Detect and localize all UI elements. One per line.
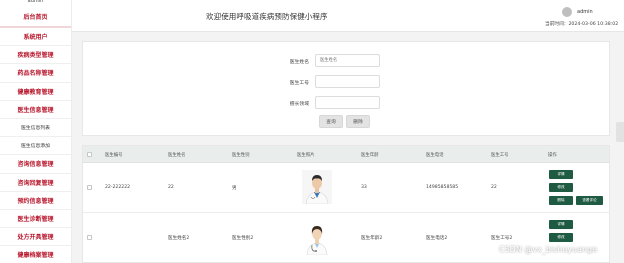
delete-row-button[interactable]: 删除 <box>549 196 573 205</box>
delete-button[interactable]: 删除 <box>346 115 370 128</box>
doctor-phone-cell: 医生电话2 <box>426 236 448 241</box>
username-label[interactable]: admin <box>577 9 593 15</box>
specialty-input[interactable] <box>315 96 380 109</box>
sidebar-item-health-records[interactable]: 健康档案管理 <box>0 246 71 263</box>
search-form: 医生姓名 医生工号 擅长领域 查询 删除 <box>82 41 610 136</box>
sidebar-item-doctor-info[interactable]: 医生信息管理 <box>0 101 71 119</box>
doctor-name-label: 医生姓名 <box>289 60 309 65</box>
avatar[interactable] <box>562 7 572 17</box>
query-button[interactable]: 查询 <box>319 115 343 128</box>
sidebar-item-consult-reply[interactable]: 咨询回复管理 <box>0 174 71 192</box>
table-header-row: 医生编号 医生姓名 医生性别 医生照片 医生年龄 医生电话 医生工号 操作 <box>83 146 609 163</box>
column-header: 医生编号 <box>105 153 123 158</box>
header: 欢迎使用呼吸道疾病预防保健小程序 admin 当前时间：2024-03-06 1… <box>72 0 624 32</box>
doctor-job-no-cell: 医生工号2 <box>491 236 513 241</box>
column-header: 医生性别 <box>232 153 250 158</box>
sidebar-item-drug-names[interactable]: 药品名称管理 <box>0 64 71 83</box>
doctor-job-no-label: 医生工号 <box>289 81 309 86</box>
sidebar-item-health-education[interactable]: 健康教育管理 <box>0 83 71 101</box>
column-header: 医生照片 <box>297 153 315 158</box>
specialty-label: 擅长领域 <box>289 102 309 107</box>
edit-button[interactable]: 修改 <box>549 233 573 242</box>
sidebar-item-appointments[interactable]: 预约信息管理 <box>0 192 71 210</box>
table-row: 22-222222 22 男 33 14985858585 22 详情 修改 删… <box>83 163 609 213</box>
doctor-gender-cell: 医生性别2 <box>232 236 254 241</box>
sidebar: admin 后台首页 系统用户 疾病类型管理 药品名称管理 健康教育管理 医生信… <box>0 0 72 263</box>
sidebar-item-home[interactable]: 后台首页 <box>0 6 71 28</box>
edit-button[interactable]: 修改 <box>549 183 573 192</box>
watermark: CSDN @vx_bisheyuange <box>499 245 598 254</box>
sidebar-item-consult-info[interactable]: 咨询信息管理 <box>0 155 71 174</box>
select-all-checkbox[interactable] <box>87 152 92 157</box>
doctor-name-input[interactable] <box>315 54 380 67</box>
sidebar-item-prescriptions[interactable]: 处方开具管理 <box>0 228 71 247</box>
doctor-id-cell: 22-222222 <box>105 185 131 190</box>
doctor-age-cell: 33 <box>361 185 367 190</box>
row-checkbox[interactable] <box>87 235 92 240</box>
detail-button[interactable]: 详情 <box>549 170 573 179</box>
doctor-job-no-cell: 22 <box>491 185 497 190</box>
column-header: 医生姓名 <box>168 153 186 158</box>
column-header: 医生年龄 <box>361 153 379 158</box>
doctor-gender-cell: 男 <box>232 186 237 191</box>
doctor-photo <box>302 170 332 204</box>
doctor-photo <box>302 221 332 255</box>
sidebar-item-diagnosis[interactable]: 医生诊断管理 <box>0 210 71 229</box>
row-checkbox[interactable] <box>87 185 92 190</box>
detail-button[interactable]: 详情 <box>549 220 573 229</box>
sidebar-subitem-doctor-add[interactable]: 医生信息添加 <box>0 137 71 156</box>
doctor-name-cell: 22 <box>168 185 174 190</box>
page-title: 欢迎使用呼吸道疾病预防保健小程序 <box>206 12 328 21</box>
app-window: admin 后台首页 系统用户 疾病类型管理 药品名称管理 健康教育管理 医生信… <box>0 0 624 263</box>
column-header: 医生电话 <box>426 153 444 158</box>
column-header: 医生工号 <box>491 153 509 158</box>
doctor-job-no-input[interactable] <box>315 75 380 88</box>
side-scroll-tab[interactable] <box>616 122 624 142</box>
table-row: 医生姓名2 医生性别2 医生年龄2 医生电话2 医生工号2 详情 修改 <box>83 213 609 262</box>
doctor-name-cell: 医生姓名2 <box>168 236 190 241</box>
sidebar-item-system-users[interactable]: 系统用户 <box>0 28 71 47</box>
doctor-age-cell: 医生年龄2 <box>361 236 383 241</box>
current-time: 当前时间：2024-03-06 10:38:02 <box>545 22 619 27</box>
view-comments-button[interactable]: 查看评论 <box>576 196 603 205</box>
sidebar-item-disease-types[interactable]: 疾病类型管理 <box>0 46 71 65</box>
sidebar-subitem-doctor-list[interactable]: 医生信息列表 <box>0 119 71 138</box>
main-panel: 医生姓名 医生工号 擅长领域 查询 删除 医生编号 医生姓名 医生性别 医生照片… <box>72 32 624 263</box>
doctor-phone-cell: 14985858585 <box>426 185 459 190</box>
column-header: 操作 <box>548 153 557 158</box>
